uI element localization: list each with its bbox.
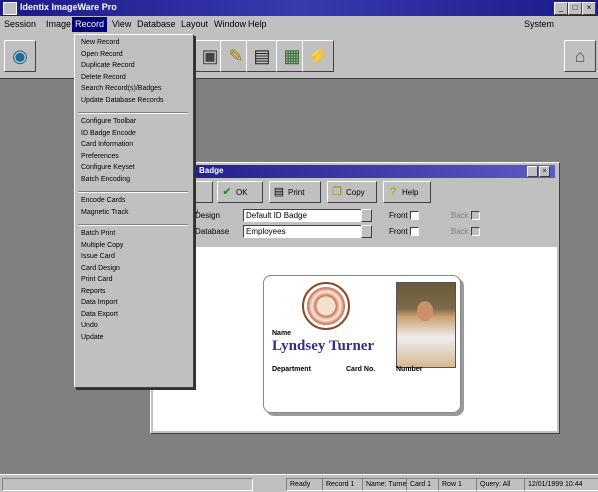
encoder-icon[interactable]: ⌂: [564, 40, 596, 72]
record-menu-item[interactable]: Magnetic Track: [81, 209, 128, 216]
printer-icon[interactable]: ▤: [246, 40, 278, 72]
child-close-button[interactable]: ×: [539, 166, 550, 177]
badge-canvas[interactable]: Name Lyndsey Turner Department Card No. …: [153, 247, 557, 431]
record-menu-item[interactable]: Search Record(s)/Badges: [81, 85, 162, 92]
record-menu-item[interactable]: ID Badge Encode: [81, 130, 136, 137]
record-menu-item[interactable]: Data Import: [81, 299, 118, 306]
globe-icon[interactable]: ◉: [4, 40, 36, 72]
badge-window-title: Badge: [199, 166, 224, 175]
status-card: Card 1: [406, 478, 439, 491]
status-record: Record 1: [322, 478, 363, 491]
record-menu-item[interactable]: Delete Record: [81, 74, 126, 81]
menu-help[interactable]: Help: [248, 19, 267, 29]
record-menu-item[interactable]: Data Export: [81, 311, 118, 318]
design-label: Design: [195, 211, 220, 220]
record-menu-item[interactable]: Card Information: [81, 141, 133, 148]
help-icon: ?: [389, 186, 397, 198]
record-menu-item[interactable]: New Record: [81, 39, 120, 46]
menu-bar: Session Image Record View Database Layou…: [0, 16, 598, 34]
ok-button[interactable]: ✔ OK: [217, 181, 263, 203]
child-minimize-button[interactable]: [527, 166, 538, 177]
record-menu-item[interactable]: Print Card: [81, 276, 113, 283]
user-label: System: [524, 19, 555, 29]
maximize-button[interactable]: □: [568, 2, 582, 15]
back-checkbox-1[interactable]: Back: [451, 211, 480, 221]
record-menu-item[interactable]: Reports: [81, 288, 106, 295]
status-name: Name: Turner: [362, 478, 407, 491]
record-menu-item[interactable]: Update Database Records: [81, 97, 164, 104]
menu-session[interactable]: Session: [4, 19, 36, 29]
app-icon[interactable]: [3, 2, 17, 15]
record-menu-item[interactable]: Multiple Copy: [81, 242, 123, 249]
record-menu-item[interactable]: Encode Cards: [81, 197, 125, 204]
portrait-photo: [396, 282, 456, 368]
menu-separator: [78, 112, 188, 114]
name-caption: Name: [272, 330, 292, 337]
badge-window-title-bar: Badge ×: [153, 165, 555, 178]
print-button[interactable]: ▤ Print: [269, 181, 321, 203]
record-menu-dropdown: New Record Open Record Duplicate Record Del…: [74, 34, 194, 388]
database-label: Database: [195, 227, 230, 236]
front-checkbox-2[interactable]: Front: [389, 227, 419, 237]
record-menu-item[interactable]: Configure Toolbar: [81, 118, 136, 125]
minimize-button[interactable]: _: [554, 2, 568, 15]
status-ready: Ready: [286, 478, 323, 491]
copy-icon: ❐: [332, 186, 342, 198]
record-menu-item[interactable]: Configure Keyset: [81, 164, 135, 171]
design-dropdown-button[interactable]: [361, 209, 372, 222]
badge-window: Badge × New ✔OK ▤Print ❐Copy ?Help Desig…: [150, 162, 560, 434]
card-number-label: Card No.: [346, 366, 376, 373]
design-field[interactable]: Default ID Badge: [243, 209, 365, 222]
record-menu-item[interactable]: Batch Encoding: [81, 176, 130, 183]
status-message: [2, 478, 253, 491]
seal-logo: [302, 282, 350, 330]
menu-view[interactable]: View: [112, 19, 131, 29]
menu-layout[interactable]: Layout: [181, 19, 208, 29]
wand-icon[interactable]: ⚡: [302, 40, 334, 72]
menu-separator: [78, 191, 188, 193]
record-menu-item[interactable]: Issue Card: [81, 253, 115, 260]
record-menu-item[interactable]: Duplicate Record: [81, 62, 135, 69]
check-icon: ✔: [222, 186, 232, 198]
status-query: Query: All: [476, 478, 525, 491]
record-menu-item[interactable]: Card Design: [81, 265, 120, 272]
record-menu-item[interactable]: Update: [81, 334, 104, 341]
print-icon: ▤: [273, 186, 285, 198]
app-title: Identix ImageWare Pro: [20, 2, 117, 12]
menu-separator: [78, 224, 188, 226]
id-card-preview[interactable]: Name Lyndsey Turner Department Card No. …: [263, 275, 461, 413]
record-menu-item[interactable]: Preferences: [81, 153, 119, 160]
status-row: Row 1: [438, 478, 477, 491]
front-checkbox-1[interactable]: Front: [389, 211, 419, 221]
department-label: Department: [272, 366, 311, 373]
database-dropdown-button[interactable]: [361, 225, 372, 238]
help-button[interactable]: ? Help: [383, 181, 431, 203]
menu-window[interactable]: Window: [214, 19, 246, 29]
status-bar: Ready Record 1 Name: Turner Card 1 Row 1…: [0, 474, 598, 492]
menu-image[interactable]: Image: [46, 19, 71, 29]
app-title-bar: Identix ImageWare Pro _ □ ×: [0, 0, 598, 16]
menu-database[interactable]: Database: [137, 19, 176, 29]
record-menu-item[interactable]: Open Record: [81, 51, 123, 58]
status-datetime: 12/01/1999 10:44: [524, 478, 598, 491]
cardholder-name: Lyndsey Turner: [272, 338, 375, 354]
database-field[interactable]: Employees: [243, 225, 365, 238]
record-menu-item[interactable]: Undo: [81, 322, 98, 329]
menu-record[interactable]: Record: [72, 17, 108, 32]
record-menu-item[interactable]: Batch Print: [81, 230, 115, 237]
back-checkbox-2[interactable]: Back: [451, 227, 480, 237]
copy-button[interactable]: ❐ Copy: [327, 181, 377, 203]
number-label: Number: [396, 366, 423, 373]
close-button[interactable]: ×: [582, 2, 596, 15]
